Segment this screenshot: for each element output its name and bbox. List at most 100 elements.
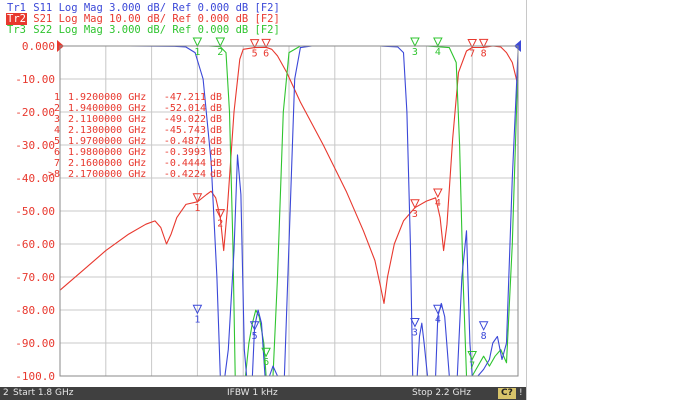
marker-number: 6 [263, 357, 269, 368]
marker-frequency: 1.9400000 GHz [68, 103, 147, 114]
marker-s21-7: 7 [467, 38, 478, 59]
trace-header-row[interactable]: Tr3 S22 Log Mag 3.000 dB/ Ref 0.000 dB [… [6, 25, 280, 36]
marker-number: 5 [252, 331, 258, 342]
status-warning-mark: ! [519, 388, 523, 398]
marker-id: 6 [53, 147, 60, 158]
sparameter-plot: 0.000-10.00-20.00-30.00-40.00-50.00-60.0… [15, 37, 521, 383]
marker-s21-8: 8 [478, 38, 489, 59]
y-tick-label: -100.0 [15, 370, 55, 383]
analyzer-screen: 0.000 -10.00 -20.00 -30.00 -40.00 -50.00 -60.0… [0, 0, 527, 400]
marker-value: -0.4224 [163, 169, 206, 180]
y-tick-label: -80.00 [15, 304, 55, 317]
marker-number: 8 [481, 48, 487, 59]
marker-number: 7 [469, 48, 475, 59]
marker-s21-5: 5 [249, 39, 260, 60]
marker-number: 4 [435, 198, 441, 209]
marker-number: 2 [217, 47, 223, 58]
marker-s11-4: 4 [433, 304, 443, 325]
marker-table-row: 2 1.9400000 GHz -52.014 dB [40, 103, 222, 114]
y-tick-label: -10.00 [15, 73, 55, 86]
stop-frequency[interactable]: Stop 2.2 GHz [412, 387, 471, 400]
marker-s21-6: 6 [261, 38, 271, 59]
marker-number: 4 [435, 47, 441, 58]
marker-number: 4 [435, 314, 441, 325]
y-tick-label: -60.00 [15, 238, 55, 251]
marker-s22-3: 3 [410, 37, 420, 58]
marker-number: 5 [252, 49, 258, 60]
marker-number: 2 [217, 219, 223, 230]
marker-frequency: 2.1600000 GHz [68, 158, 147, 169]
marker-s11-3: 3 [410, 318, 420, 339]
marker-triangle [215, 37, 226, 48]
status-bar: 2 Start 1.8 GHz IFBW 1 kHz Stop 2.2 GHz … [0, 387, 526, 400]
marker-id: 1 [53, 92, 60, 103]
marker-number: 3 [412, 328, 418, 339]
marker-number: 7 [469, 361, 475, 372]
marker-number: 1 [194, 47, 200, 58]
marker-table-row: 5 1.9700000 GHz -0.4874 dB [40, 136, 222, 147]
marker-frequency: 2.1100000 GHz [68, 114, 147, 125]
marker-triangle [410, 37, 420, 48]
start-frequency[interactable]: Start 1.8 GHz [13, 387, 74, 400]
channel-number[interactable]: 2 [3, 387, 9, 400]
marker-value: -52.014 [163, 103, 206, 114]
marker-table-row: 1 1.9200000 GHz -47.211 dB [40, 92, 222, 103]
marker-number: 1 [194, 203, 200, 214]
marker-triangle [433, 37, 443, 48]
y-tick-label: -90.00 [15, 337, 55, 350]
markers: 12345 6 7 81 2 3 41 435 86 7 [192, 37, 489, 372]
marker-unit: dB [210, 114, 223, 125]
marker-id: 4 [53, 125, 60, 136]
marker-unit: dB [210, 158, 223, 169]
marker-s21-3: 3 [410, 199, 420, 220]
marker-number: 3 [412, 47, 418, 58]
trace-tag[interactable]: Tr3 [6, 24, 27, 36]
marker-number: 8 [481, 331, 487, 342]
marker-value: -0.4444 [163, 158, 206, 169]
marker-number: 6 [263, 48, 269, 59]
marker-triangle [433, 188, 443, 199]
marker-unit: dB [210, 136, 223, 147]
marker-id: 2 [53, 103, 60, 114]
marker-id: >8 [47, 169, 60, 180]
marker-table-row: 3 2.1100000 GHz -49.022 dB [40, 114, 222, 125]
marker-value: -0.4874 [163, 136, 206, 147]
marker-unit: dB [210, 92, 223, 103]
marker-s21-4: 4 [433, 188, 443, 209]
marker-s11-8: 8 [478, 321, 489, 342]
y-tick-label: -70.00 [15, 271, 55, 284]
marker-unit: dB [210, 147, 223, 158]
marker-table-row: >8 2.1700000 GHz -0.4224 dB [40, 169, 222, 180]
marker-value: -45.743 [163, 125, 206, 136]
marker-triangle [478, 321, 489, 331]
marker-unit: dB [210, 169, 223, 180]
marker-frequency: 1.9700000 GHz [68, 136, 147, 147]
marker-s22-1: 1 [192, 37, 203, 58]
calibration-badge[interactable]: C? [498, 388, 516, 399]
marker-value: -47.211 [163, 92, 206, 103]
ifbw-setting[interactable]: IFBW 1 kHz [227, 387, 278, 400]
marker-frequency: 2.1300000 GHz [68, 125, 147, 136]
marker-s21-2: 2 [215, 209, 226, 230]
marker-id: 3 [53, 114, 60, 125]
marker-frequency: 1.9200000 GHz [68, 92, 147, 103]
marker-table-row: 6 1.9800000 GHz -0.3993 dB [40, 147, 222, 158]
marker-value: -0.3993 [163, 147, 206, 158]
marker-s22-4: 4 [433, 37, 443, 58]
y-tick-label: -50.00 [15, 205, 55, 218]
marker-table: 1 1.9200000 GHz -47.211 dB 2 1.9400000 GHz -52… [40, 92, 222, 180]
marker-frequency: 1.9800000 GHz [68, 147, 147, 158]
trace-header: Tr1 S11 Log Mag 3.000 dB/ Ref 0.000 dB [… [6, 3, 280, 36]
marker-table-row: 4 2.1300000 GHz -45.743 dB [40, 125, 222, 136]
y-tick-label: 0.000 [22, 40, 55, 53]
marker-s22-2: 2 [215, 37, 226, 58]
marker-s22-6: 6 [261, 347, 271, 368]
marker-id: 5 [53, 136, 60, 147]
marker-number: 1 [194, 314, 200, 325]
marker-frequency: 2.1700000 GHz [68, 169, 147, 180]
marker-number: 3 [412, 209, 418, 220]
marker-table-row: 7 2.1600000 GHz -0.4444 dB [40, 158, 222, 169]
marker-unit: dB [210, 103, 223, 114]
marker-value: -49.022 [163, 114, 206, 125]
marker-unit: dB [210, 125, 223, 136]
